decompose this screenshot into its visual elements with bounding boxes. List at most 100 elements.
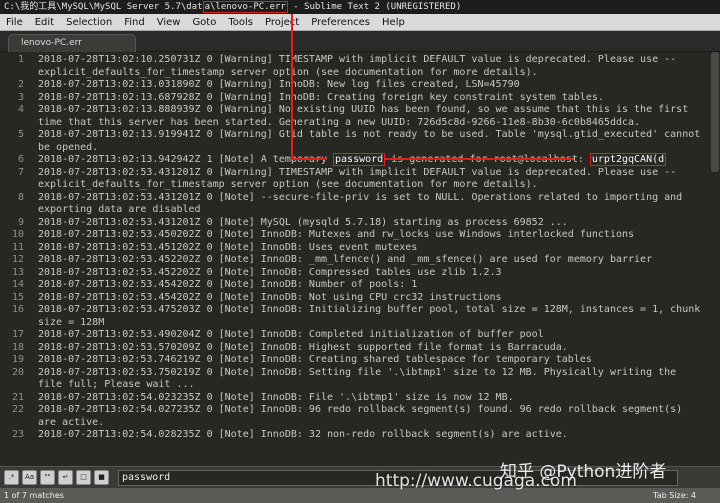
temporary-password-value: urpt2gqCAN(d [589,153,667,166]
code-line: 7 2018-07-28T13:02:53.431201Z 0 [Warning]… [0,167,720,180]
line-text: 2018-07-28T13:02:13.942942Z 1 [Note] A t… [38,153,667,167]
line-number: 16 [11,304,24,315]
line-number: 10 [11,229,24,240]
menu-goto[interactable]: Goto [186,14,222,31]
line-text: 2018-07-28T13:02:54.028235Z 0 [Note] Inn… [38,429,568,440]
line-number: 2 [17,79,24,90]
menu-bar: File Edit Selection Find View Goto Tools… [0,14,720,31]
line-number: 4 [17,104,24,115]
annotation-arrow-line [291,158,327,160]
line-text: 2018-07-28T13:02:53.450202Z 0 [Note] Inn… [38,229,635,240]
annotation-arrow-line [291,14,293,158]
code-line: 13 2018-07-28T13:02:53.452202Z 0 [Note] I… [0,267,720,280]
line-number: 17 [11,329,24,340]
line-number: 19 [11,354,24,365]
line-text: 2018-07-28T13:02:53.452202Z 0 [Note] Inn… [38,254,653,265]
in-selection-toggle-button[interactable]: □ [76,470,91,485]
menu-find[interactable]: Find [118,14,151,31]
code-line: 8 2018-07-28T13:02:53.431201Z 0 [Note] --… [0,192,720,205]
line-number: 15 [11,291,24,303]
regex-toggle-button[interactable]: .* [4,470,19,485]
code-line: 6 2018-07-28T13:02:13.942942Z 1 [Note] A … [0,153,720,167]
code-line: 14 2018-07-28T13:02:53.454202Z 0 [Note] I… [0,279,720,292]
line-text: be opened. [38,141,99,153]
case-sensitive-toggle-button[interactable]: Aa [22,470,37,485]
code-line: 23 2018-07-28T13:02:54.028235Z 0 [Note] I… [0,429,720,440]
line-number: 13 [11,266,24,278]
code-line: time that this server has been started. … [0,117,720,130]
menu-file[interactable]: File [0,14,29,31]
line-text: 2018-07-28T13:02:53.746219Z 0 [Note] Inn… [38,354,592,365]
line-text: 2018-07-28T13:02:13.919941Z 0 [Warning] … [38,129,701,140]
line-text: 2018-07-28T13:02:10.250731Z 0 [Warning] … [38,54,677,65]
menu-preferences[interactable]: Preferences [305,14,376,31]
menu-edit[interactable]: Edit [29,14,60,31]
code-lines: 1 2018-07-28T13:02:10.250731Z 0 [Warning]… [0,54,720,440]
code-line: 20 2018-07-28T13:02:53.750219Z 0 [Note] I… [0,367,720,380]
wrap-toggle-button[interactable]: ↵ [58,470,73,485]
line-text: 2018-07-28T13:02:53.454202Z 0 [Note] Inn… [38,279,418,290]
line-number: 12 [11,254,24,265]
code-line: explicit_defaults_for_timestamp server o… [0,67,720,80]
line-text: 2018-07-28T13:02:53.431201Z 0 [Note] --s… [38,191,683,203]
line-text: explicit_defaults_for_timestamp server o… [38,66,538,78]
line-number: 1 [17,54,24,65]
code-line: are active. [0,417,720,430]
line-text: 2018-07-28T13:02:53.451202Z 0 [Note] Inn… [38,241,418,253]
editor-area[interactable]: 1 2018-07-28T13:02:10.250731Z 0 [Warning]… [0,52,720,440]
tab-lenovo-pc-err[interactable]: lenovo-PC.err [8,34,136,52]
line-text: explicit_defaults_for_timestamp server o… [38,179,538,190]
line-number: 20 [11,366,24,378]
window-title-prefix: C:\我的工具\MySQL\MySQL Server 5.7\dat [4,2,203,12]
whole-word-toggle-button[interactable]: "" [40,470,55,485]
line-text: 2018-07-28T13:02:53.454202Z 0 [Note] Inn… [38,291,502,303]
line-text: 2018-07-28T13:02:13.687928Z 0 [Warning] … [38,91,604,103]
code-line: 11 2018-07-28T13:02:53.451202Z 0 [Note] I… [0,242,720,255]
line-text: 2018-07-28T13:02:54.023235Z 0 [Note] Inn… [38,391,514,403]
code-line: 15 2018-07-28T13:02:53.454202Z 0 [Note] I… [0,292,720,305]
highlight-matches-toggle-button[interactable]: ■ [94,470,109,485]
window-title-suffix: - Sublime Text 2 (UNREGISTERED) [287,2,462,12]
menu-help[interactable]: Help [376,14,411,31]
line-text: 2018-07-28T13:02:53.490204Z 0 [Note] Inn… [38,329,544,340]
code-line: 10 2018-07-28T13:02:53.450202Z 0 [Note] I… [0,229,720,242]
line-number: 3 [17,91,24,103]
line-text: 2018-07-28T13:02:53.570209Z 0 [Note] Inn… [38,341,568,353]
code-line: 1 2018-07-28T13:02:10.250731Z 0 [Warning]… [0,54,720,67]
code-line: explicit_defaults_for_timestamp server o… [0,179,720,192]
code-line: exporting data are disabled [0,204,720,217]
line-number: 18 [11,341,24,353]
code-line: 12 2018-07-28T13:02:53.452202Z 0 [Note] I… [0,254,720,267]
line-text: 2018-07-28T13:02:13.888939Z 0 [Warning] … [38,104,689,115]
line-text: 2018-07-28T13:02:53.452202Z 0 [Note] Inn… [38,266,502,278]
line-text: 2018-07-28T13:02:54.027235Z 0 [Note] Inn… [38,404,683,415]
code-line: 4 2018-07-28T13:02:13.888939Z 0 [Warning]… [0,104,720,117]
line6-prefix: 2018-07-28T13:02:13.942942Z 1 [Note] A t… [38,154,334,165]
line-text: 2018-07-28T13:02:53.431201Z 0 [Warning] … [38,166,677,178]
window-title-bar: C:\我的工具\MySQL\MySQL Server 5.7\dat a\leno… [0,0,720,14]
line-number: 8 [17,191,24,203]
menu-selection[interactable]: Selection [60,14,118,31]
status-tab-size[interactable]: Tab Size: 4 [653,488,696,503]
code-line: file full; Please wait ... [0,379,720,392]
line-number: 9 [17,216,24,228]
status-match-count: 1 of 7 matches [4,491,64,500]
window-title-filename: a\lenovo-PC.err [202,1,288,13]
code-line: 22 2018-07-28T13:02:54.027235Z 0 [Note] I… [0,404,720,417]
line-text: size = 128M [38,316,105,328]
code-line: 16 2018-07-28T13:02:53.475203Z 0 [Note] I… [0,304,720,317]
menu-project[interactable]: Project [259,14,305,31]
tab-bar: lenovo-PC.err [0,31,720,52]
line-number: 7 [17,166,24,178]
code-line: 19 2018-07-28T13:02:53.746219Z 0 [Note] I… [0,354,720,367]
line-text: 2018-07-28T13:02:53.475203Z 0 [Note] Inn… [38,304,701,315]
menu-view[interactable]: View [151,14,187,31]
line-text: file full; Please wait ... [38,379,195,390]
vertical-scrollbar[interactable] [711,52,719,172]
line-text: are active. [38,416,105,428]
menu-tools[interactable]: Tools [222,14,259,31]
search-match-password: password [333,153,386,166]
line-number: 23 [11,429,24,440]
line-text: 2018-07-28T13:02:13.031890Z 0 [Warning] … [38,79,520,90]
code-line: size = 128M [0,317,720,330]
